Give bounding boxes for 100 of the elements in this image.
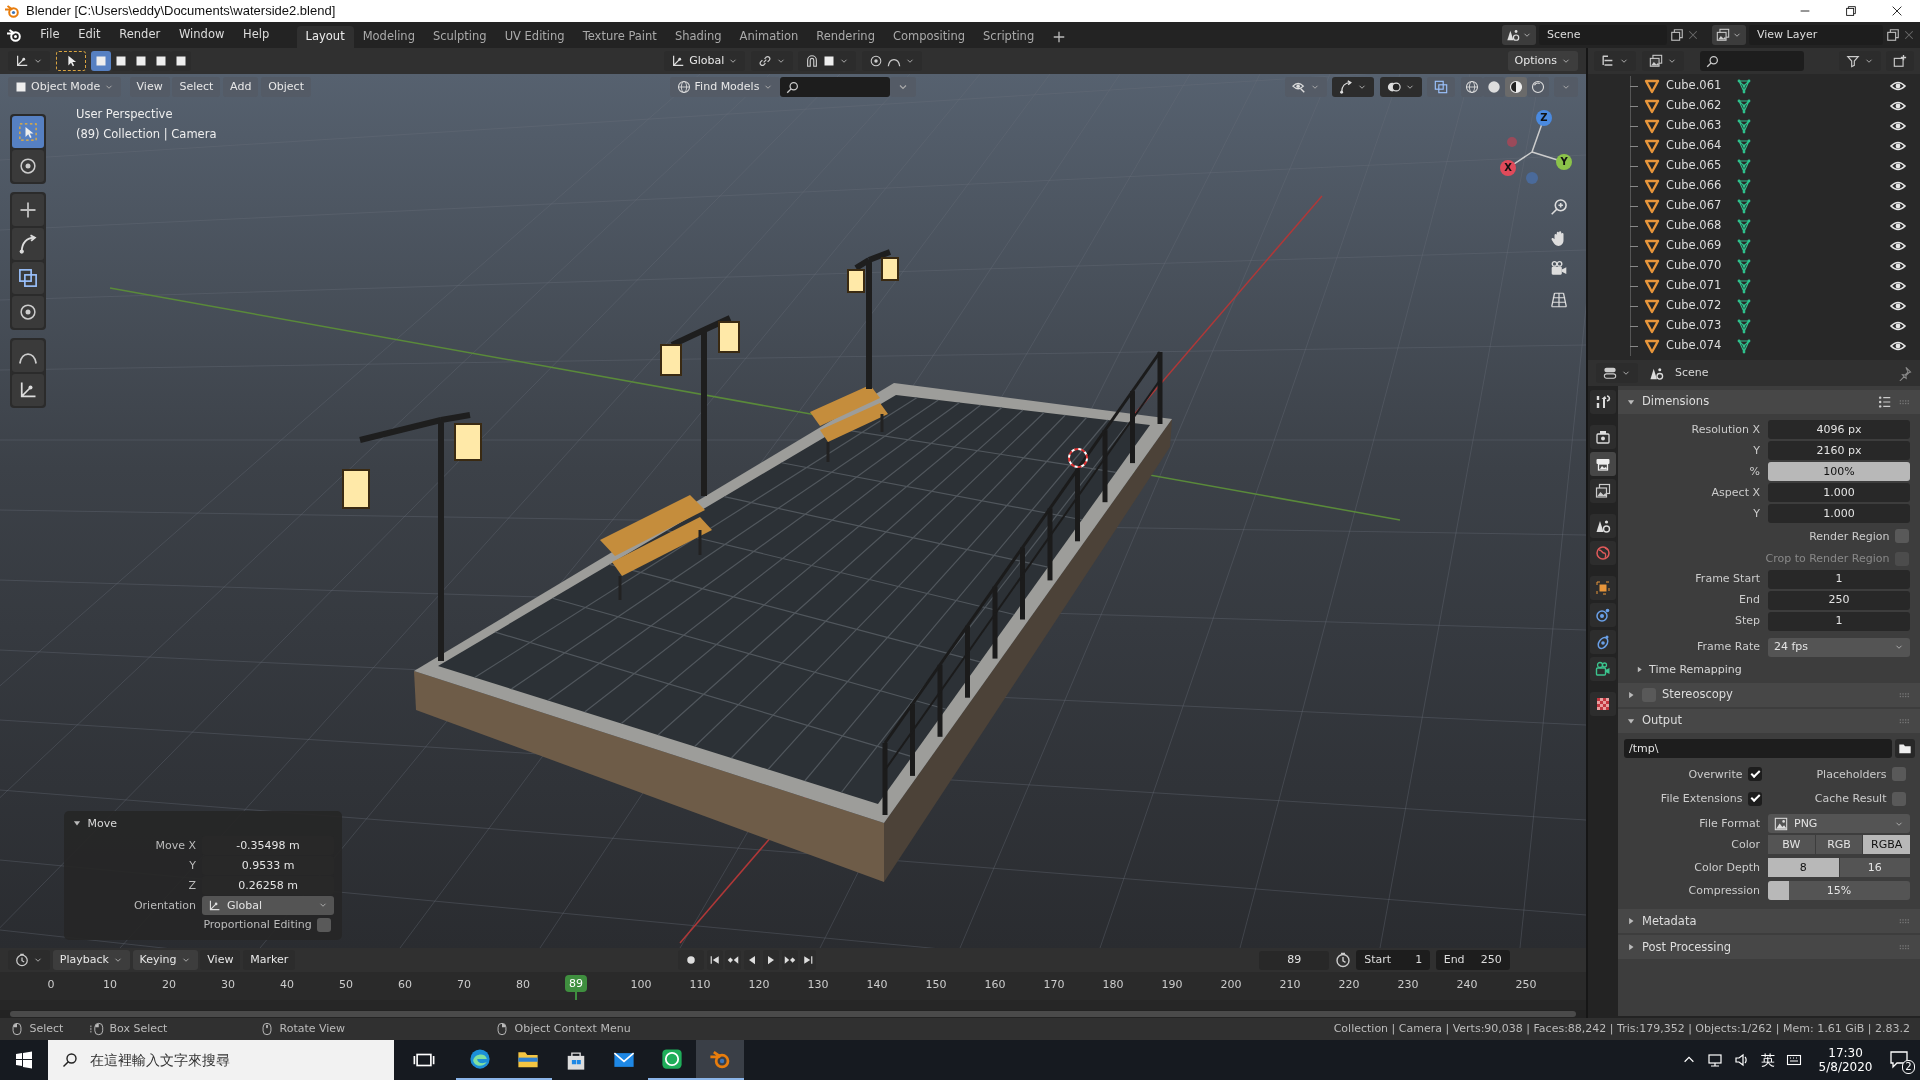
- number-field[interactable]: 1: [1768, 569, 1910, 589]
- frame-number: 20: [162, 978, 176, 992]
- number-field[interactable]: 1.000: [1768, 483, 1910, 502]
- axis-label[interactable]: X: [1500, 160, 1516, 176]
- outliner-item[interactable]: Cube.070: [1666, 259, 1736, 273]
- slider-field[interactable]: 100%: [1768, 462, 1910, 481]
- segment-button[interactable]: BW: [1768, 835, 1815, 855]
- start-frame-field[interactable]: Start 1: [1356, 950, 1431, 970]
- workspace-tab[interactable]: Animation: [730, 26, 808, 48]
- outliner-item[interactable]: Cube.068: [1666, 219, 1736, 233]
- field-label: Compression: [1687, 884, 1760, 898]
- orientation-dropdown[interactable]: Global: [202, 895, 334, 915]
- frame-number: 110: [689, 978, 711, 992]
- panel-header[interactable]: Dimensions: [1618, 390, 1920, 414]
- checkbox-label: Crop to Render Region: [1765, 552, 1890, 566]
- outliner-item[interactable]: Cube.072: [1666, 299, 1736, 313]
- workspace-tab[interactable]: UV Editing: [495, 26, 574, 48]
- number-field[interactable]: 1.000: [1768, 504, 1910, 523]
- workspace-tab[interactable]: Rendering: [807, 26, 884, 48]
- frame-number: 240: [1456, 978, 1478, 992]
- hint-text: Object Context Menu: [514, 1022, 631, 1036]
- search-field[interactable]: 在這裡輸入文字來搜尋: [48, 1040, 394, 1080]
- workspace-tab[interactable]: Modeling: [353, 26, 424, 48]
- panel-header[interactable]: Output: [1618, 709, 1920, 734]
- frame-number: 140: [866, 978, 888, 992]
- frame-number: 150: [925, 978, 947, 992]
- find-models-dropdown[interactable]: Find Models: [669, 77, 781, 97]
- outliner-item[interactable]: Cube.067: [1666, 199, 1736, 213]
- menu-item[interactable]: Window: [171, 25, 233, 45]
- segment-button[interactable]: 16: [1839, 858, 1910, 878]
- outliner-item[interactable]: Cube.062: [1666, 99, 1736, 113]
- menu-button[interactable]: Select: [172, 77, 221, 97]
- viewport[interactable]: Object Mode View Select Add Object Find Models User Perspective (89) Collection | Camera X Y Z Move Move X -0.35498 m Y 0.9533 m Z 0.26258 m Orientation Global Proportional Editing: [0, 74, 1586, 948]
- clock-time[interactable]: 17:30: [1828, 1045, 1863, 1060]
- view-layer-field[interactable]: View Layer: [1749, 25, 1883, 45]
- segment-button[interactable]: 8: [1768, 858, 1839, 878]
- menu-button[interactable]: View: [200, 950, 241, 970]
- path-field[interactable]: /tmp\: [1623, 738, 1893, 758]
- clock-date[interactable]: 5/8/2020: [1818, 1060, 1873, 1075]
- panel-header[interactable]: Stereoscopy: [1618, 683, 1920, 708]
- panel-header[interactable]: Move: [72, 816, 117, 830]
- outliner-item[interactable]: Cube.071: [1666, 279, 1736, 293]
- field-label: File Format: [1698, 817, 1760, 831]
- context-label: Scene: [1675, 366, 1709, 380]
- dropdown[interactable]: PNG: [1768, 814, 1910, 834]
- menu-button[interactable]: Add: [223, 77, 259, 97]
- number-field[interactable]: 2160 px: [1768, 441, 1910, 460]
- menu-button[interactable]: Keying: [132, 950, 198, 970]
- menu-item[interactable]: Help: [235, 25, 278, 45]
- workspace-tab[interactable]: Compositing: [883, 26, 975, 48]
- outliner-item[interactable]: Cube.069: [1666, 239, 1736, 253]
- outliner-item[interactable]: Cube.065: [1666, 159, 1736, 173]
- menu-item[interactable]: File: [32, 25, 68, 45]
- menu-item[interactable]: Edit: [70, 25, 109, 45]
- workspace-tab[interactable]: Sculpting: [423, 26, 496, 48]
- options-dropdown[interactable]: Options: [1507, 51, 1578, 71]
- notifications-button[interactable]: 2: [1889, 1045, 1915, 1075]
- outliner-item[interactable]: Cube.061: [1666, 79, 1736, 93]
- checkbox-label: Placeholders: [1816, 767, 1887, 781]
- workspace-tab[interactable]: Layout: [296, 26, 354, 48]
- axis-label[interactable]: Y: [1556, 154, 1572, 170]
- panel-header[interactable]: Metadata: [1618, 909, 1920, 934]
- frame-number: 130: [807, 978, 829, 992]
- workspace-tab[interactable]: Texture Paint: [573, 26, 666, 48]
- end-frame-field[interactable]: End 250: [1435, 950, 1510, 970]
- axis-label[interactable]: Z: [1536, 110, 1552, 126]
- menu-button[interactable]: Playback: [52, 950, 130, 970]
- scene-statistics: Collection | Camera | Verts:90,038 | Faces:88,242 | Tris:179,352 | Objects:1/262 | Mem: 1.61 GiB | 2.83.2: [1333, 1022, 1910, 1036]
- mode-dropdown[interactable]: Object Mode: [8, 77, 122, 97]
- panel-header[interactable]: Post Processing: [1618, 935, 1920, 960]
- subpanel-header[interactable]: Time Remapping: [1634, 662, 1742, 676]
- outliner-item[interactable]: Cube.063: [1666, 119, 1736, 133]
- outliner-item[interactable]: Cube.066: [1666, 179, 1736, 193]
- number-field[interactable]: 1: [1768, 611, 1910, 631]
- checkbox-label: Cache Result: [1814, 792, 1887, 806]
- field-label: End: [1738, 593, 1760, 607]
- frame-number: 40: [280, 978, 294, 992]
- menu-button[interactable]: View: [129, 77, 170, 97]
- workspace-tab[interactable]: Scripting: [974, 26, 1044, 48]
- playhead[interactable]: 89: [565, 975, 588, 993]
- menu-button[interactable]: Marker: [243, 950, 296, 970]
- segment-button[interactable]: RGB: [1815, 835, 1863, 855]
- number-field[interactable]: 4096 px: [1768, 420, 1910, 439]
- menu-button[interactable]: Object: [261, 77, 311, 97]
- dropdown[interactable]: 24 fps: [1768, 637, 1910, 657]
- workspace-tab[interactable]: Shading: [665, 26, 731, 48]
- number-field[interactable]: 250: [1768, 590, 1910, 610]
- field-label: Frame Rate: [1696, 640, 1760, 654]
- scene-field[interactable]: Scene: [1539, 25, 1667, 45]
- orientation-dropdown[interactable]: Global: [664, 51, 746, 71]
- outliner-item[interactable]: Cube.064: [1666, 139, 1736, 153]
- frame-number: 80: [516, 978, 530, 992]
- slider-field[interactable]: 15%: [1768, 881, 1910, 901]
- current-frame-field[interactable]: 89: [1259, 950, 1330, 970]
- frame-number: 50: [339, 978, 353, 992]
- outliner-item[interactable]: Cube.074: [1666, 339, 1736, 353]
- ime-indicator[interactable]: 英: [1761, 1051, 1776, 1069]
- segment-button[interactable]: RGBA: [1863, 835, 1910, 855]
- outliner-item[interactable]: Cube.073: [1666, 319, 1736, 333]
- menu-item[interactable]: Render: [111, 25, 169, 45]
